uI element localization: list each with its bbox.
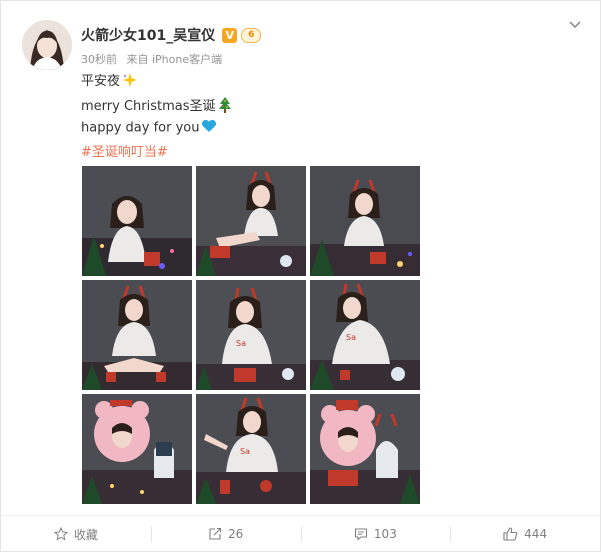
photo-1[interactable] bbox=[82, 166, 192, 276]
post-line-3: happy day for you bbox=[81, 119, 217, 137]
svg-text:Sa: Sa bbox=[240, 447, 250, 456]
blue-heart-icon bbox=[201, 119, 217, 137]
photo-7[interactable] bbox=[82, 394, 192, 504]
post-time[interactable]: 30秒前 bbox=[81, 53, 117, 66]
photo-9[interactable] bbox=[310, 394, 420, 504]
comment-icon bbox=[354, 528, 367, 541]
christmas-tree-icon bbox=[218, 96, 232, 117]
post-meta: 30秒前 来自 iPhone客户端 bbox=[81, 51, 228, 67]
photo-3[interactable] bbox=[310, 166, 420, 276]
repost-count: 26 bbox=[227, 527, 244, 541]
comment-button[interactable]: 103 bbox=[300, 516, 451, 552]
like-count: 444 bbox=[524, 527, 548, 541]
username[interactable]: 火箭少女101_吴宣仪 bbox=[81, 25, 215, 45]
post-line-1-text: 平安夜 bbox=[81, 74, 121, 89]
repost-icon bbox=[209, 527, 222, 540]
hashtag-link[interactable]: #圣诞响叮当# bbox=[81, 141, 168, 160]
photo-8[interactable]: Sa bbox=[196, 394, 306, 504]
photo-6[interactable]: Sa bbox=[310, 280, 420, 390]
weibo-post-card: 火箭少女101_吴宣仪 V 6 30秒前 来自 iPhone客户端 平安夜 me… bbox=[0, 0, 601, 552]
level-badge[interactable]: 6 bbox=[241, 27, 262, 43]
sparkle-icon bbox=[122, 72, 138, 92]
post-line-1: 平安夜 bbox=[81, 70, 138, 92]
post-line-2-text: merry Christmas圣诞 bbox=[81, 99, 216, 114]
photo-4[interactable] bbox=[82, 280, 192, 390]
thumbs-up-icon bbox=[503, 527, 518, 541]
favorite-button[interactable]: 收藏 bbox=[1, 516, 151, 552]
svg-text:Sa: Sa bbox=[346, 333, 356, 342]
post-source[interactable]: 来自 iPhone客户端 bbox=[127, 53, 223, 66]
favorite-label: 收藏 bbox=[73, 527, 98, 542]
action-bar: 收藏 26 103 444 bbox=[1, 515, 600, 552]
photo-5[interactable]: Sa bbox=[196, 280, 306, 390]
photo-2[interactable] bbox=[196, 166, 306, 276]
verified-badge[interactable]: V bbox=[222, 27, 238, 43]
post-line-2: merry Christmas圣诞 bbox=[81, 95, 232, 117]
repost-button[interactable]: 26 bbox=[150, 516, 301, 552]
chevron-down-icon[interactable] bbox=[567, 17, 583, 33]
like-button[interactable]: 444 bbox=[450, 516, 600, 552]
comment-count: 103 bbox=[373, 527, 397, 541]
post-line-3-text: happy day for you bbox=[81, 120, 200, 136]
name-row: 火箭少女101_吴宣仪 V 6 bbox=[81, 25, 262, 45]
star-icon bbox=[53, 527, 68, 541]
svg-text:Sa: Sa bbox=[236, 339, 246, 348]
photo-grid: Sa Sa Sa bbox=[82, 166, 420, 504]
avatar[interactable] bbox=[22, 20, 72, 70]
